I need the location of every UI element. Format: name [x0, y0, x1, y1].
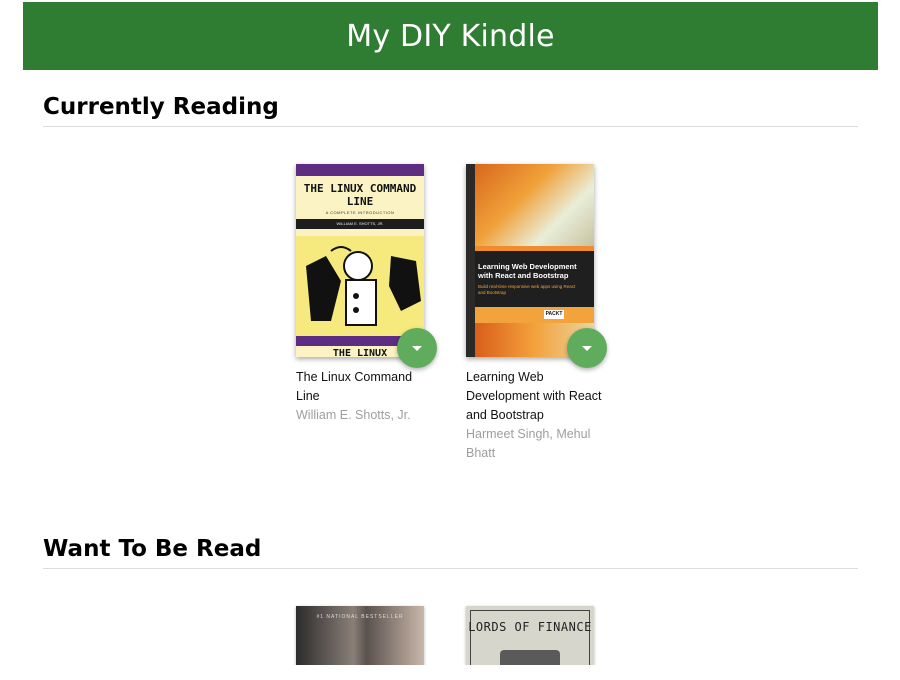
cover-photo: [500, 650, 560, 665]
cover-author-band: [475, 307, 594, 323]
cover-title: THE LINUX COMMAND LINE: [303, 182, 417, 208]
cover-photo: [475, 164, 594, 246]
shelf-title-want-to-be-read: Want To Be Read: [43, 536, 262, 562]
shelf-divider: [43, 126, 858, 127]
cover-subtitle: A COMPLETE INTRODUCTION: [325, 210, 395, 215]
app-header: My DIY Kindle: [23, 2, 878, 70]
caret-down-icon: [582, 345, 592, 351]
app-title: My DIY Kindle: [346, 18, 555, 54]
shelf-title-currently-reading: Currently Reading: [43, 94, 279, 120]
cover-title: #1 NATIONAL BESTSELLER: [316, 614, 404, 620]
cover-title: LORDS OF FINANCE: [468, 620, 592, 634]
book-cover[interactable]: #1 NATIONAL BESTSELLER: [296, 606, 424, 665]
move-shelf-button[interactable]: [397, 328, 437, 368]
book-title: The Linux Command Line: [296, 370, 413, 403]
cover-illustration: [296, 236, 424, 336]
cover-band: [296, 164, 424, 176]
cover-author: WILLIAM E. SHOTTS, JR.: [336, 221, 384, 226]
book-cover[interactable]: LORDS OF FINANCE: [466, 606, 594, 665]
shelf-divider: [43, 568, 858, 569]
cover-subtitle: Build real-time responsive web apps usin…: [478, 284, 576, 295]
book-authors: Harmeet Singh, Mehul Bhatt: [466, 427, 591, 460]
book-authors: William E. Shotts, Jr.: [296, 408, 411, 422]
book-cover[interactable]: THE LINUX COMMAND LINE A COMPLETE INTROD…: [296, 164, 424, 357]
caret-down-icon: [412, 345, 422, 351]
book-cover[interactable]: Learning Web Development with React and …: [466, 164, 594, 357]
book-title: Learning Web Development with React and …: [466, 370, 602, 422]
cover-spine: [466, 164, 475, 357]
cover-title: Learning Web Development with React and …: [478, 262, 577, 280]
move-shelf-button[interactable]: [567, 328, 607, 368]
publisher-logo: PACKT: [544, 310, 564, 319]
